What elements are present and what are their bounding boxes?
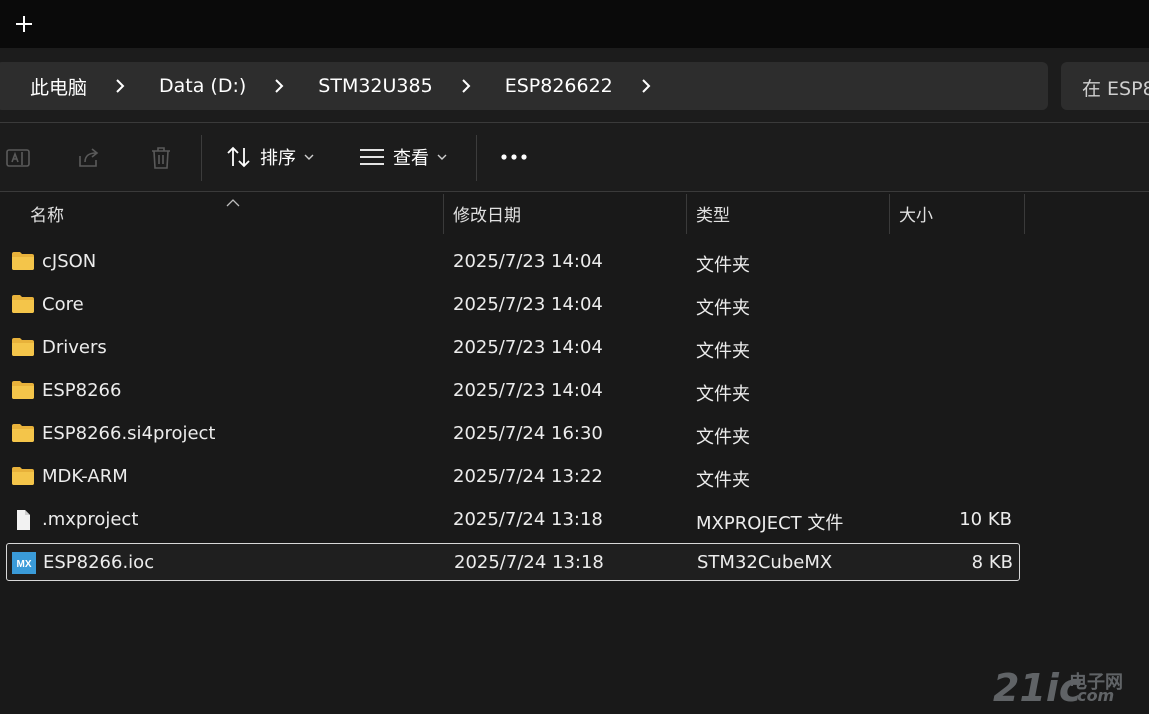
folder-icon xyxy=(11,337,35,357)
view-list-icon xyxy=(360,149,384,165)
view-label: 查看 xyxy=(393,148,429,169)
column-header-size[interactable]: 大小 xyxy=(899,192,933,234)
mx-icon: MX xyxy=(12,552,36,574)
breadcrumb-item-esp826622[interactable]: ESP826622 xyxy=(471,75,613,97)
file-date: 2025/7/23 14:04 xyxy=(453,251,603,272)
file-row[interactable]: ESP8266 2025/7/23 14:04 文件夹 xyxy=(6,372,1018,408)
view-button[interactable]: 查看 xyxy=(359,137,447,177)
plus-icon xyxy=(16,16,32,32)
column-resize-handle[interactable] xyxy=(686,194,687,234)
chevron-right-icon[interactable] xyxy=(641,79,651,93)
file-row[interactable]: MDK-ARM 2025/7/24 13:22 文件夹 xyxy=(6,458,1018,494)
chevron-right-icon[interactable] xyxy=(115,79,125,93)
folder-icon xyxy=(11,423,35,443)
file-name: Core xyxy=(42,294,84,315)
file-type: 文件夹 xyxy=(696,427,750,448)
folder-icon xyxy=(11,466,35,486)
new-tab-button[interactable] xyxy=(10,10,38,38)
chevron-right-icon[interactable] xyxy=(461,79,471,93)
file-date: 2025/7/23 14:04 xyxy=(453,380,603,401)
file-date: 2025/7/24 13:22 xyxy=(453,466,603,487)
file-row[interactable]: cJSON 2025/7/23 14:04 文件夹 xyxy=(6,243,1018,279)
file-type: 文件夹 xyxy=(696,470,750,491)
breadcrumb-item-drive[interactable]: Data (D:) xyxy=(125,75,246,97)
file-name: Drivers xyxy=(42,337,107,358)
file-icon xyxy=(11,509,35,530)
chevron-down-icon xyxy=(437,153,447,161)
breadcrumb-item-this-pc[interactable]: 此电脑 xyxy=(0,73,87,100)
tab-bar xyxy=(0,0,1149,48)
column-resize-handle[interactable] xyxy=(889,194,890,234)
sort-icon xyxy=(227,146,250,168)
file-row[interactable]: Drivers 2025/7/23 14:04 文件夹 xyxy=(6,329,1018,365)
file-row[interactable]: ESP8266.si4project 2025/7/24 16:30 文件夹 xyxy=(6,415,1018,451)
file-name: ESP8266 xyxy=(42,380,122,401)
column-header-row: 名称 修改日期 类型 大小 xyxy=(0,192,1149,234)
file-date: 2025/7/24 13:18 xyxy=(453,509,603,530)
column-header-date[interactable]: 修改日期 xyxy=(453,192,521,234)
file-name: ESP8266.ioc xyxy=(43,552,155,573)
file-type: 文件夹 xyxy=(696,384,750,405)
command-bar: 排序 查看 xyxy=(0,123,1149,191)
file-name: MDK-ARM xyxy=(42,466,128,487)
folder-icon xyxy=(11,294,35,314)
chevron-down-icon xyxy=(304,153,314,161)
mx-icon-label: MX xyxy=(17,559,32,570)
file-date: 2025/7/24 16:30 xyxy=(453,423,603,444)
file-type: 文件夹 xyxy=(696,255,750,276)
file-date: 2025/7/23 14:04 xyxy=(453,337,603,358)
file-type: STM32CubeMX xyxy=(697,552,833,573)
column-resize-handle[interactable] xyxy=(443,194,444,234)
file-size: 8 KB xyxy=(971,552,1013,573)
chevron-right-icon[interactable] xyxy=(274,79,284,93)
file-date: 2025/7/24 13:18 xyxy=(454,552,604,573)
file-type: 文件夹 xyxy=(696,298,750,319)
file-row-selected[interactable]: MX ESP8266.ioc 2025/7/24 13:18 STM32Cube… xyxy=(6,543,1020,581)
column-header-type[interactable]: 类型 xyxy=(696,192,730,234)
file-name: ESP8266.si4project xyxy=(42,423,216,444)
file-type: 文件夹 xyxy=(696,341,750,362)
file-name: .mxproject xyxy=(42,509,139,530)
file-date: 2025/7/23 14:04 xyxy=(453,294,603,315)
column-resize-handle[interactable] xyxy=(1024,194,1025,234)
column-header-name[interactable]: 名称 xyxy=(30,192,64,234)
watermark-com: .com xyxy=(1071,686,1115,705)
folder-icon xyxy=(11,380,35,400)
search-placeholder: 在 ESP8 xyxy=(1082,78,1149,100)
toolbar-divider xyxy=(201,135,202,181)
file-name: cJSON xyxy=(42,251,97,272)
file-row[interactable]: .mxproject 2025/7/24 13:18 MXPROJECT 文件 … xyxy=(6,501,1018,537)
breadcrumb-item-stm32u385[interactable]: STM32U385 xyxy=(284,75,432,97)
sort-label: 排序 xyxy=(260,148,296,169)
file-type: MXPROJECT 文件 xyxy=(696,513,844,534)
folder-icon xyxy=(11,251,35,271)
watermark-logo: 21ic 电子网 .com xyxy=(993,664,1143,710)
file-row[interactable]: Core 2025/7/23 14:04 文件夹 xyxy=(6,286,1018,322)
sort-button[interactable]: 排序 xyxy=(226,137,314,177)
breadcrumb[interactable]: 此电脑 Data (D:) STM32U385 ESP826622 xyxy=(0,62,1048,110)
more-options-button[interactable] xyxy=(500,137,528,177)
share-icon[interactable] xyxy=(75,144,103,172)
delete-icon[interactable] xyxy=(147,144,175,172)
ellipsis-icon xyxy=(501,154,527,160)
sort-ascending-icon xyxy=(226,192,240,211)
toolbar-divider xyxy=(476,135,477,181)
rename-icon[interactable] xyxy=(4,144,32,172)
search-input[interactable]: 在 ESP8 xyxy=(1061,62,1149,110)
file-size: 10 KB xyxy=(959,509,1012,530)
